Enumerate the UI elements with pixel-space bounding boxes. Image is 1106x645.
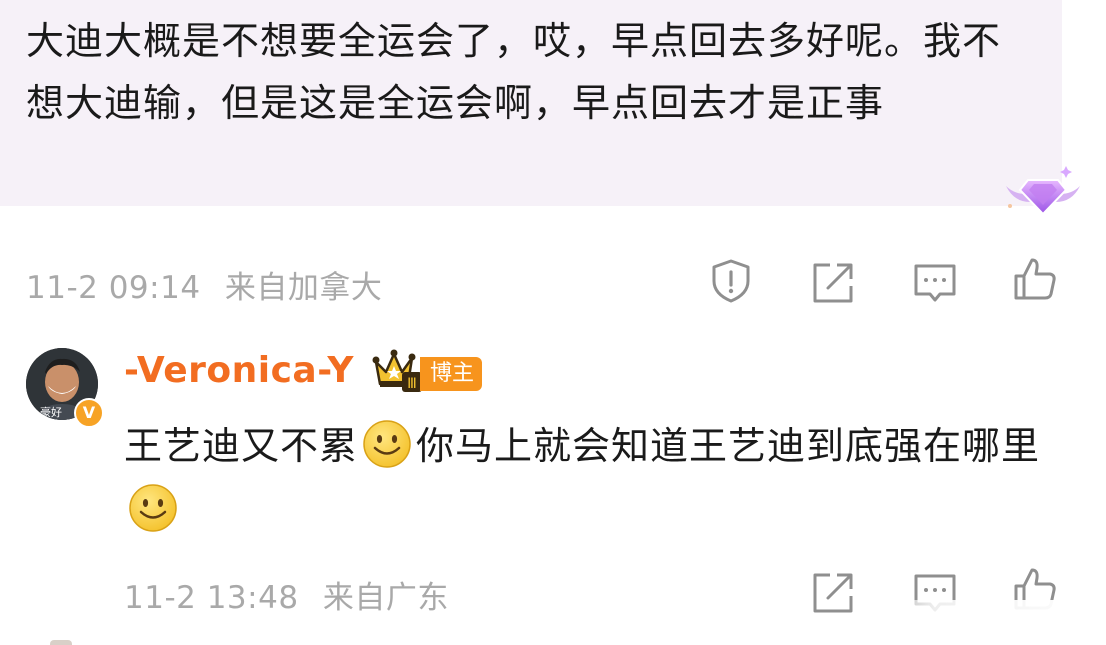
report-icon[interactable] xyxy=(708,258,754,304)
share-icon[interactable] xyxy=(810,570,856,616)
top-comment-meta: 11-2 09:14 来自加拿大 xyxy=(26,262,382,307)
smile-emoji-icon xyxy=(363,420,411,468)
reply-text-part1: 王艺迪又不累 xyxy=(124,424,359,468)
top-comment-bubble[interactable]: 大迪大概是不想要全运会了，哎，早点回去多好呢。我不想大迪输，但是这是全运会啊，早… xyxy=(0,0,1062,206)
top-comment-text: 大迪大概是不想要全运会了，哎，早点回去多好呢。我不想大迪输，但是这是全运会啊，早… xyxy=(26,19,1002,125)
share-icon[interactable] xyxy=(810,260,856,306)
comment-thread: 大迪大概是不想要全运会了，哎，早点回去多好呢。我不想大迪输，但是这是全运会啊，早… xyxy=(0,0,1106,645)
like-icon[interactable] xyxy=(1012,256,1058,302)
crown-icon: Ⅲ xyxy=(372,349,422,392)
next-avatar-peek xyxy=(50,640,72,645)
smile-emoji-icon xyxy=(129,484,177,532)
watermark-overlay xyxy=(860,600,1106,645)
avatar-caption: 豪好 xyxy=(40,405,62,419)
reply-meta: 11-2 13:48 来自广东 xyxy=(124,572,449,617)
crown-level: Ⅲ xyxy=(407,376,417,392)
top-comment-location: 来自加拿大 xyxy=(224,270,383,306)
fan-diamond-badge-icon xyxy=(1006,166,1080,216)
verified-icon: V xyxy=(74,398,104,428)
reply-location: 来自广东 xyxy=(322,580,449,616)
comment-icon[interactable] xyxy=(912,260,958,306)
reply-username[interactable]: -Veronica-Y xyxy=(124,350,354,391)
top-comment-timestamp: 11-2 09:14 xyxy=(26,270,201,306)
reply-text: 王艺迪又不累 你马上就会知道王艺迪到底强在哪里 xyxy=(124,414,1064,542)
reply-text-part2: 你马上就会知道王艺迪到底强在哪里 xyxy=(416,424,1041,468)
reply-timestamp: 11-2 13:48 xyxy=(124,580,299,616)
blogger-badge: 博主 xyxy=(420,357,483,391)
